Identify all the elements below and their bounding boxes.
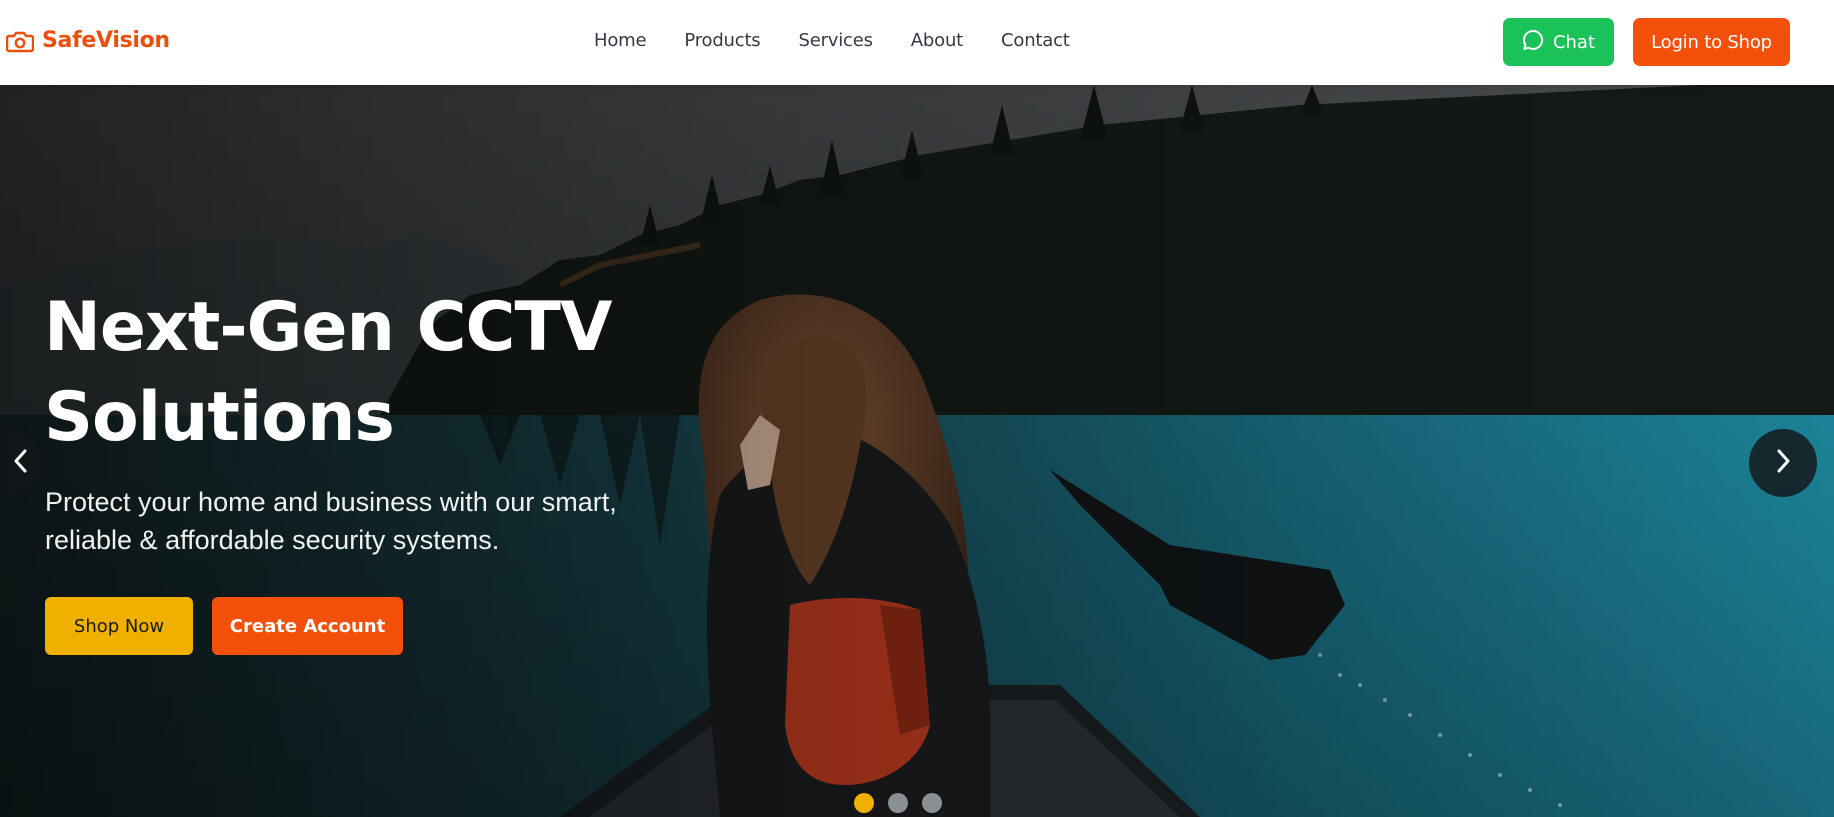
carousel-dot-1[interactable] bbox=[854, 793, 874, 813]
shop-now-button[interactable]: Shop Now bbox=[45, 597, 193, 655]
chat-button[interactable]: Chat bbox=[1503, 18, 1614, 66]
top-navbar: SafeVision Home Products Services About … bbox=[0, 0, 1834, 85]
nav-products[interactable]: Products bbox=[684, 30, 760, 51]
hero-carousel: Next-Gen CCTV Solutions Protect your hom… bbox=[0, 85, 1834, 817]
hero-subtitle-line-2: reliable & affordable security systems. bbox=[45, 525, 500, 555]
camera-icon bbox=[6, 29, 34, 53]
hero-subtitle: Protect your home and business with our … bbox=[45, 483, 745, 559]
hero-title-line-2: Solutions bbox=[44, 378, 395, 457]
nav-services[interactable]: Services bbox=[798, 30, 873, 51]
chevron-right-icon bbox=[1773, 448, 1793, 478]
login-to-shop-button[interactable]: Login to Shop bbox=[1633, 18, 1790, 66]
nav-contact[interactable]: Contact bbox=[1001, 30, 1070, 51]
carousel-indicators bbox=[854, 793, 942, 813]
chevron-left-icon bbox=[11, 448, 31, 478]
chat-label: Chat bbox=[1552, 31, 1596, 53]
carousel-next-button[interactable] bbox=[1749, 429, 1817, 497]
brand-logo[interactable]: SafeVision bbox=[6, 28, 170, 53]
carousel-dot-2[interactable] bbox=[888, 793, 908, 813]
nav-about[interactable]: About bbox=[911, 30, 963, 51]
hero-title-line-1: Next-Gen CCTV bbox=[44, 288, 612, 367]
nav-home[interactable]: Home bbox=[594, 30, 647, 51]
create-account-button[interactable]: Create Account bbox=[212, 597, 403, 655]
hero-subtitle-line-1: Protect your home and business with our … bbox=[45, 487, 617, 517]
hero-title: Next-Gen CCTV Solutions bbox=[44, 283, 744, 463]
brand-name: SafeVision bbox=[42, 28, 170, 53]
main-menu: Home Products Services About Contact bbox=[594, 30, 1108, 51]
carousel-dot-3[interactable] bbox=[922, 793, 942, 813]
chat-bubble-icon bbox=[1522, 29, 1544, 56]
